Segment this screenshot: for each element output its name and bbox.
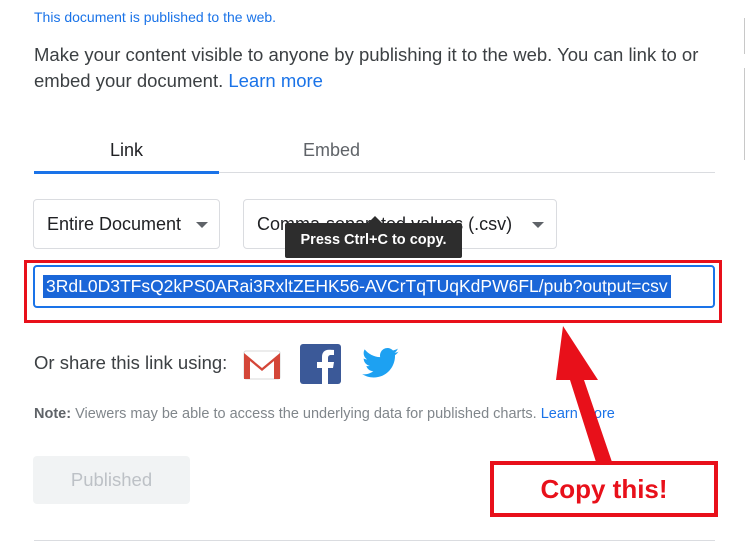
published-status: This document is published to the web. (34, 9, 277, 25)
scope-select-value: Entire Document (47, 214, 182, 234)
publish-tabs: Link Embed (34, 136, 715, 174)
description-text: Make your content visible to anyone by p… (34, 44, 699, 91)
chevron-down-icon (532, 222, 544, 228)
publish-description: Make your content visible to anyone by p… (34, 42, 714, 94)
note-label: Note: (34, 406, 72, 422)
published-button[interactable]: Published (33, 456, 190, 504)
chevron-down-icon (196, 222, 208, 228)
note: Note: Viewers may be able to access the … (34, 406, 615, 422)
twitter-icon[interactable] (359, 344, 402, 384)
tooltip-arrow (368, 216, 382, 223)
share-label: Or share this link using: (34, 352, 228, 373)
gmail-icon[interactable] (241, 344, 283, 384)
red-arrow-annotation (556, 326, 612, 462)
learn-more-link[interactable]: Learn more (228, 70, 323, 91)
copy-this-callout: Copy this! (490, 461, 718, 517)
tab-embed[interactable]: Embed (234, 140, 429, 161)
copy-tooltip: Press Ctrl+C to copy. (285, 223, 462, 258)
facebook-icon[interactable] (300, 344, 341, 384)
note-text: Viewers may be able to access the underl… (71, 406, 541, 422)
url-highlight-box (24, 260, 722, 323)
dialog-edge (744, 18, 745, 54)
scope-select[interactable]: Entire Document (33, 199, 220, 249)
dialog-edge (744, 68, 745, 160)
divider (34, 540, 715, 541)
active-tab-indicator (34, 171, 219, 174)
tab-link[interactable]: Link (34, 140, 219, 161)
